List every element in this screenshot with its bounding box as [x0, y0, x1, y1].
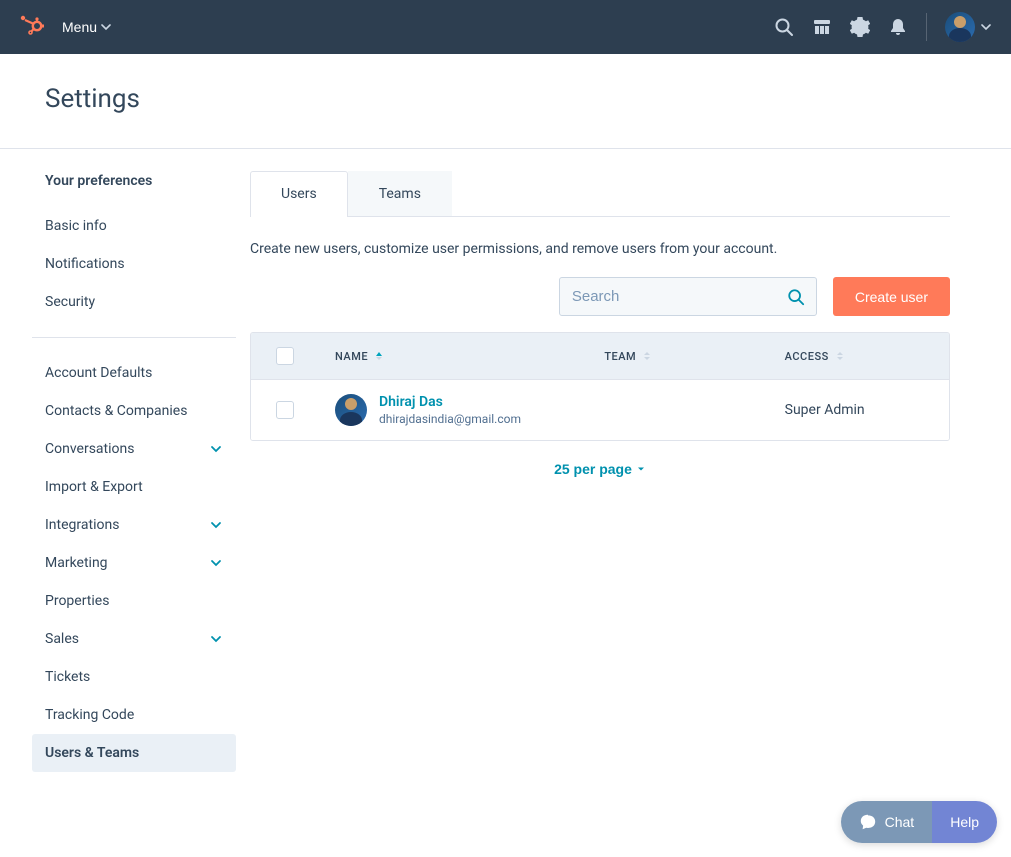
column-header-name[interactable]: NAME — [319, 333, 588, 379]
sidebar-item[interactable]: Notifications — [32, 245, 236, 283]
sidebar-item[interactable]: Conversations — [32, 430, 236, 468]
sidebar-item-label: Tickets — [45, 669, 90, 685]
page-title: Settings — [45, 84, 966, 114]
user-avatar-icon — [945, 12, 975, 42]
user-avatar-icon — [335, 394, 367, 426]
sidebar-item[interactable]: Tickets — [32, 658, 236, 696]
help-button[interactable]: Help — [932, 801, 997, 843]
sidebar-item-label: Integrations — [45, 517, 119, 533]
column-label: TEAM — [604, 350, 636, 363]
select-all-checkbox[interactable] — [276, 347, 294, 365]
section-description: Create new users, customize user permiss… — [250, 217, 950, 277]
chevron-down-icon — [209, 632, 223, 646]
marketplace-icon[interactable] — [812, 17, 832, 37]
settings-sidebar: Your preferences Basic info Notifications… — [0, 149, 250, 796]
chevron-down-icon — [981, 22, 991, 32]
sidebar-divider — [32, 337, 236, 338]
sidebar-item-label: Security — [45, 294, 95, 310]
sidebar-item[interactable]: Users & Teams — [32, 734, 236, 772]
sidebar-item-label: Account Defaults — [45, 365, 152, 381]
sidebar-item[interactable]: Security — [32, 283, 236, 321]
top-navbar: Menu — [0, 0, 1011, 54]
sort-asc-icon — [374, 351, 384, 361]
sidebar-item-label: Conversations — [45, 441, 134, 457]
divider — [926, 13, 927, 41]
chevron-down-icon — [101, 22, 111, 32]
sidebar-item[interactable]: Account Defaults — [32, 354, 236, 392]
caret-down-icon — [636, 464, 646, 474]
main-content: UsersTeams Create new users, customize u… — [250, 149, 950, 796]
sidebar-item-label: Import & Export — [45, 479, 143, 495]
column-label: ACCESS — [785, 350, 829, 363]
sidebar-item[interactable]: Basic info — [32, 207, 236, 245]
sidebar-item[interactable]: Sales — [32, 620, 236, 658]
sidebar-item-label: Properties — [45, 593, 109, 609]
table-header-row: NAME TEAM ACCESS — [251, 333, 949, 380]
sidebar-item-label: Basic info — [45, 218, 107, 234]
search-icon[interactable] — [774, 17, 794, 37]
column-header-team[interactable]: TEAM — [588, 333, 768, 379]
hubspot-logo-icon[interactable] — [20, 15, 44, 39]
user-access: Super Admin — [769, 380, 949, 440]
column-header-access[interactable]: ACCESS — [769, 333, 949, 379]
sidebar-item-label: Notifications — [45, 256, 125, 272]
notifications-bell-icon[interactable] — [888, 17, 908, 37]
search-input[interactable] — [559, 277, 817, 316]
settings-gear-icon[interactable] — [850, 17, 870, 37]
column-label: NAME — [335, 350, 368, 363]
main-menu-button[interactable]: Menu — [62, 19, 111, 35]
sidebar-section-heading: Your preferences — [32, 173, 236, 189]
chevron-down-icon — [209, 442, 223, 456]
sidebar-item[interactable]: Tracking Code — [32, 696, 236, 734]
page-size-selector[interactable]: 25 per page — [554, 461, 646, 477]
sort-icon — [835, 351, 845, 361]
tabs: UsersTeams — [250, 171, 950, 217]
sidebar-item-label: Tracking Code — [45, 707, 134, 723]
sidebar-item[interactable]: Contacts & Companies — [32, 392, 236, 430]
chevron-down-icon — [209, 518, 223, 532]
create-user-button[interactable]: Create user — [833, 277, 950, 316]
sidebar-item-label: Sales — [45, 631, 79, 647]
menu-label: Menu — [62, 19, 97, 35]
account-menu[interactable] — [945, 12, 991, 42]
sidebar-item-label: Users & Teams — [45, 745, 139, 761]
tab[interactable]: Users — [250, 171, 348, 216]
pager-label: 25 per page — [554, 461, 632, 477]
users-table: NAME TEAM ACCESS Dhiraj Das dhirajdasindi… — [250, 332, 950, 441]
sidebar-item[interactable]: Import & Export — [32, 468, 236, 506]
chat-bubble-icon — [859, 813, 877, 831]
sidebar-item-label: Marketing — [45, 555, 108, 571]
page-header: Settings — [0, 54, 1011, 149]
sidebar-item-label: Contacts & Companies — [45, 403, 187, 419]
user-email: dhirajdasindia@gmail.com — [379, 412, 521, 426]
user-team — [588, 380, 768, 440]
user-name-link[interactable]: Dhiraj Das — [379, 394, 521, 410]
tab[interactable]: Teams — [348, 171, 452, 216]
search-box — [559, 277, 817, 316]
sort-icon — [642, 351, 652, 361]
help-widgets: Chat Help — [841, 801, 997, 843]
row-checkbox[interactable] — [276, 401, 294, 419]
chat-label: Chat — [885, 814, 915, 830]
sidebar-item[interactable]: Properties — [32, 582, 236, 620]
search-icon — [787, 288, 805, 306]
sidebar-item[interactable]: Marketing — [32, 544, 236, 582]
chat-button[interactable]: Chat — [841, 801, 933, 843]
chevron-down-icon — [209, 556, 223, 570]
sidebar-item[interactable]: Integrations — [32, 506, 236, 544]
table-row: Dhiraj Das dhirajdasindia@gmail.com Super … — [251, 380, 949, 440]
